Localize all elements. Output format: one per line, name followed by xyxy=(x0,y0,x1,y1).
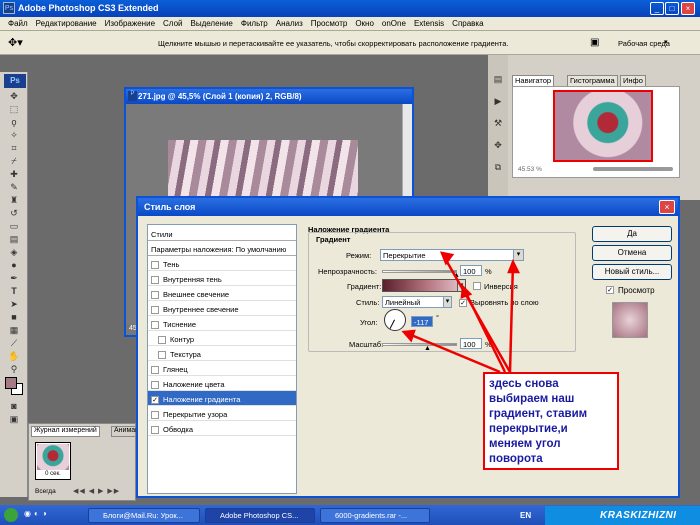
taskbar-item-mail[interactable]: Блоги@Mail.Ru: Урок... xyxy=(88,508,200,523)
arrowhead-angle xyxy=(401,329,416,343)
taskbar-item-rar[interactable]: 6000-gradients.rar -... xyxy=(320,508,430,523)
taskbar-item-photoshop[interactable]: Adobe Photoshop CS... xyxy=(205,508,315,523)
arrowhead-dropdown xyxy=(507,258,521,274)
foreground-color[interactable] xyxy=(5,377,17,389)
quick-launch-icons[interactable]: ◉◐◑ xyxy=(24,509,50,518)
watermark: KRASKIZHIZNI xyxy=(600,510,677,521)
arrow-to-angle xyxy=(403,330,501,374)
language-indicator[interactable]: EN xyxy=(520,511,531,520)
arrowhead-mode xyxy=(439,251,455,266)
arrowhead-gradient xyxy=(460,284,473,299)
arrow-to-mode-dropdown xyxy=(508,261,515,373)
tutorial-callout: здесь снова выбираем наш градиент, стави… xyxy=(483,372,619,470)
start-icon[interactable] xyxy=(4,508,18,522)
